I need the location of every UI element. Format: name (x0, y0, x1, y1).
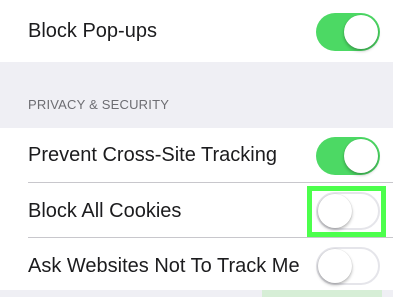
prevent-cross-site-tracking-toggle[interactable] (316, 137, 380, 175)
ask-not-to-track-toggle[interactable] (316, 247, 380, 285)
setting-row-ask-not-to-track: Ask Websites Not To Track Me (0, 238, 393, 290)
block-popups-toggle[interactable] (316, 13, 380, 51)
toggle-knob (318, 249, 352, 283)
privacy-security-header: PRIVACY & SECURITY (28, 97, 170, 112)
ask-not-to-track-label: Ask Websites Not To Track Me (28, 255, 300, 277)
block-popups-label: Block Pop-ups (28, 20, 157, 42)
bottom-edge-artifact (262, 290, 382, 297)
prevent-cross-site-tracking-label: Prevent Cross-Site Tracking (28, 144, 277, 166)
setting-row-prevent-cross-site-tracking: Prevent Cross-Site Tracking (0, 128, 393, 183)
toggle-highlight-box (307, 186, 386, 237)
setting-row-block-popups: Block Pop-ups (0, 0, 393, 62)
toggle-knob (344, 139, 378, 173)
block-all-cookies-label: Block All Cookies (28, 200, 182, 222)
toggle-knob (344, 15, 378, 49)
